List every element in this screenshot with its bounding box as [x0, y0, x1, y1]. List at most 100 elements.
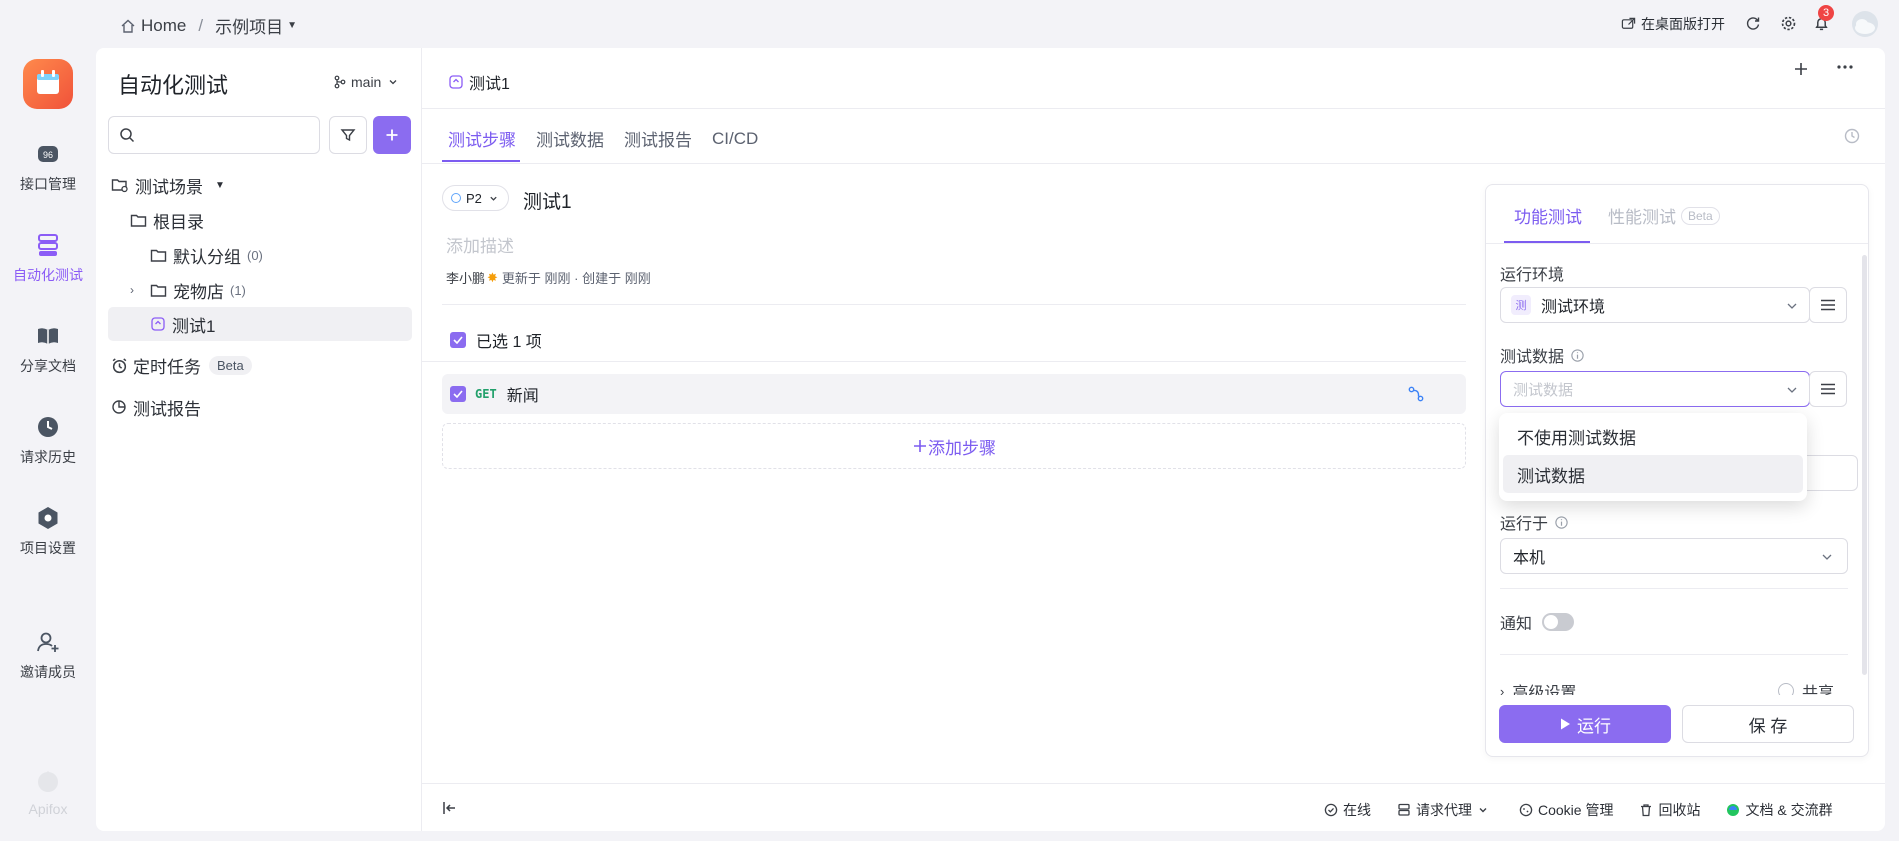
rail-project-settings[interactable]: 项目设置 — [0, 504, 96, 558]
tree-item-root[interactable]: 根目录 — [130, 203, 204, 237]
collapse-sidebar-icon[interactable] — [442, 800, 458, 816]
hexagon-settings-icon — [34, 504, 62, 532]
app-logo[interactable] — [23, 59, 73, 109]
home-icon[interactable] — [120, 18, 136, 34]
add-step-button[interactable]: 添加步骤 — [442, 423, 1466, 469]
run-on-label-row: 运行于 — [1500, 510, 1569, 534]
step-row[interactable]: GET 新闻 — [442, 374, 1466, 414]
brand-logo-icon — [34, 767, 62, 795]
more-icon[interactable] — [1836, 64, 1854, 70]
beta-badge: Beta — [209, 355, 252, 375]
priority-selector[interactable]: P2 — [442, 185, 509, 211]
save-button-label: 保 存 — [1748, 716, 1788, 736]
dropdown-option-test-data[interactable]: 测试数据 — [1503, 455, 1803, 493]
tree-item-reports[interactable]: 测试报告 — [111, 390, 201, 424]
environment-manage-button[interactable] — [1809, 287, 1847, 323]
divider — [1500, 588, 1848, 589]
new-tab-plus-icon[interactable] — [1792, 60, 1810, 78]
chevron-right-icon[interactable]: › — [1500, 684, 1504, 696]
history-icon[interactable] — [1843, 127, 1861, 145]
search-field[interactable] — [143, 127, 313, 143]
select-all-checkbox[interactable] — [450, 332, 466, 348]
tab-test-report[interactable]: 测试报告 — [624, 126, 692, 151]
open-desktop-button[interactable]: 在桌面版打开 — [1621, 14, 1725, 34]
beta-badge: Beta — [1681, 206, 1720, 225]
tab-test-data[interactable]: 测试数据 — [536, 126, 604, 151]
environment-select[interactable]: 测 测试环境 — [1500, 287, 1810, 323]
divider — [1486, 243, 1868, 244]
scenario-icon — [449, 75, 463, 89]
check-circle-icon — [1324, 803, 1338, 817]
tree-item-pet-store[interactable]: › 宠物店 (1) — [130, 273, 246, 307]
search-input[interactable] — [108, 116, 320, 154]
run-on-value: 本机 — [1513, 550, 1546, 567]
step-checkbox[interactable] — [450, 386, 466, 402]
breadcrumb-home[interactable]: Home — [141, 16, 186, 36]
rail-invite-members[interactable]: 邀请成员 — [0, 628, 96, 682]
notify-toggle[interactable] — [1542, 613, 1575, 631]
scenario-name[interactable]: 测试1 — [523, 187, 572, 214]
chevron-down-icon — [389, 80, 397, 85]
tab-performance-test[interactable]: 性能测试 — [1608, 203, 1676, 228]
tree-item-default-group[interactable]: 默认分组 (0) — [150, 238, 263, 272]
rail-share-docs[interactable]: 分享文档 — [0, 322, 96, 376]
selected-count-label: 已选 1 项 — [476, 334, 542, 351]
description-placeholder[interactable]: 添加描述 — [446, 232, 514, 257]
rail-request-history[interactable]: 请求历史 — [0, 413, 96, 467]
run-on-select[interactable]: 本机 — [1500, 538, 1848, 574]
test-data-manage-button[interactable] — [1809, 371, 1847, 407]
book-icon — [34, 322, 62, 350]
notify-label: 通知 — [1500, 616, 1533, 633]
breadcrumb-project[interactable]: 示例项目 — [215, 13, 283, 38]
tree-label: 测试场景 — [135, 177, 203, 197]
filter-button[interactable] — [329, 116, 367, 154]
recycle-bin[interactable]: 回收站 — [1639, 800, 1700, 820]
menu-lines-icon — [1821, 383, 1835, 395]
rail-label: 项目设置 — [20, 540, 76, 556]
tree-item-scenes[interactable]: 测试场景 ▼ — [111, 168, 225, 202]
tab-cicd[interactable]: CI/CD — [712, 129, 758, 149]
docs-community[interactable]: 文档 & 交流群 — [1726, 800, 1833, 820]
cookie-management[interactable]: Cookie 管理 — [1519, 800, 1613, 820]
divider — [422, 361, 1466, 362]
online-status[interactable]: 在线 — [1324, 800, 1371, 820]
run-button-label: 运行 — [1577, 716, 1611, 736]
request-proxy-menu[interactable]: 请求代理 — [1397, 800, 1493, 820]
menu-lines-icon — [1821, 299, 1835, 311]
tree-item-scheduled-tasks[interactable]: 定时任务 Beta — [111, 348, 252, 382]
test-data-select[interactable]: 测试数据 — [1500, 371, 1810, 407]
tab-functional-test[interactable]: 功能测试 — [1514, 203, 1582, 228]
run-button[interactable]: 运行 — [1499, 705, 1671, 743]
share-radio[interactable] — [1778, 683, 1794, 695]
advanced-settings-row[interactable]: › 高级设置 共享 — [1500, 675, 1848, 695]
top-bar: Home / 示例项目 ▼ 在桌面版打开 3 — [0, 0, 1899, 48]
add-button[interactable] — [373, 116, 411, 154]
tab-test-steps[interactable]: 测试步骤 — [448, 126, 516, 151]
info-icon — [1555, 515, 1568, 529]
panel-title: 自动化测试 — [118, 73, 229, 98]
tree-item-test1[interactable]: 测试1 — [108, 307, 412, 341]
save-button[interactable]: 保 存 — [1682, 705, 1854, 743]
settings-gear-icon[interactable] — [1780, 15, 1797, 32]
scrollbar[interactable] — [1862, 255, 1867, 675]
rail-automation-test[interactable]: 自动化测试 — [0, 231, 96, 285]
git-branch-icon — [334, 75, 346, 89]
branch-selector[interactable]: main — [334, 74, 398, 90]
rail-api-management[interactable]: 96 接口管理 — [0, 140, 96, 194]
selection-summary: 已选 1 项 — [450, 328, 542, 352]
link-api-icon[interactable] — [1407, 385, 1425, 403]
caret-down-icon[interactable]: ▼ — [287, 20, 297, 31]
doc-tab-test1[interactable]: 测试1 — [434, 60, 542, 106]
refresh-icon[interactable] — [1745, 15, 1761, 31]
search-icon — [120, 128, 135, 143]
folder-icon — [150, 284, 167, 297]
plus-icon — [914, 440, 926, 452]
proxy-label: 请求代理 — [1416, 802, 1472, 818]
caret-down-icon[interactable]: ▼ — [215, 180, 225, 191]
notify-row: 通知 — [1500, 610, 1575, 634]
open-desktop-label: 在桌面版打开 — [1641, 16, 1725, 32]
dropdown-option-no-test-data[interactable]: 不使用测试数据 — [1503, 417, 1803, 455]
chevron-right-icon[interactable]: › — [130, 283, 150, 297]
user-avatar[interactable] — [1852, 11, 1878, 37]
priority-label: P2 — [466, 190, 482, 206]
